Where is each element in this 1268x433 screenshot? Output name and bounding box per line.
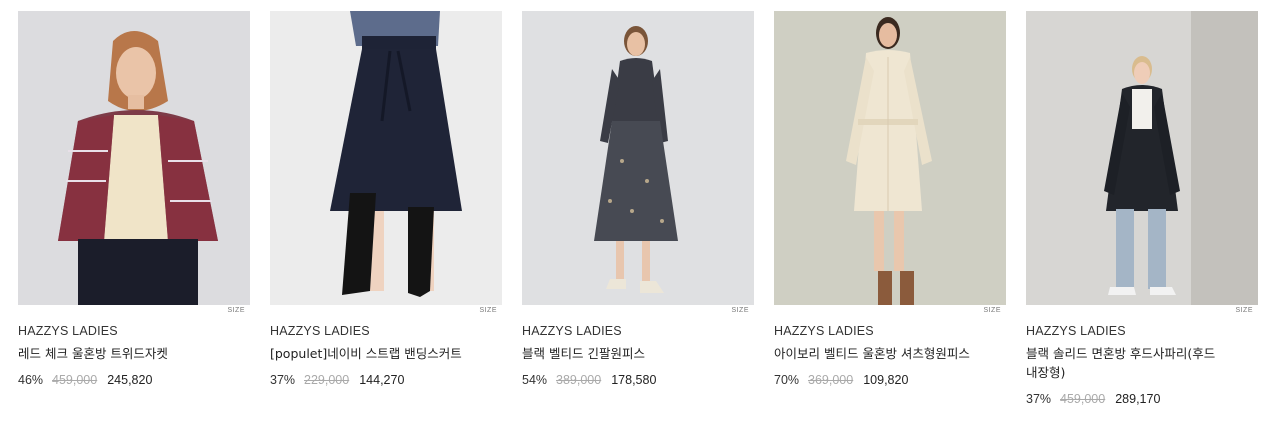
product-image[interactable] (270, 11, 502, 305)
size-row: SIZE (774, 305, 1006, 321)
discount-rate: 46% (18, 373, 44, 387)
brand-name: HAZZYS LADIES (270, 324, 370, 338)
product-name[interactable]: 블랙 벨티드 긴팔원피스 (522, 344, 727, 363)
size-row: SIZE (18, 305, 250, 321)
discount-rate: 70% (774, 373, 800, 387)
price-row: 54% 389,000 178,580 (522, 373, 754, 387)
sale-price: 144,270 (359, 373, 405, 387)
price-row: 70% 369,000 109,820 (774, 373, 1006, 387)
product-card[interactable]: SIZE HAZZYS LADIES 레드 체크 울혼방 트위드자켓 46% 4… (18, 11, 250, 406)
product-name[interactable]: [populet]네이비 스트랩 밴딩스커트 (270, 344, 475, 363)
product-card[interactable]: SIZE HAZZYS LADIES [populet]네이비 스트랩 밴딩스커… (270, 11, 502, 406)
size-tag[interactable]: SIZE (731, 307, 749, 314)
product-image[interactable] (18, 11, 250, 305)
discount-rate: 37% (1026, 392, 1052, 406)
product-image[interactable] (774, 11, 1006, 305)
price-row: 37% 229,000 144,270 (270, 373, 502, 387)
size-row: SIZE (522, 305, 754, 321)
brand-name: HAZZYS LADIES (522, 324, 622, 338)
brand-name: HAZZYS LADIES (774, 324, 874, 338)
product-card[interactable]: SIZE HAZZYS LADIES 아이보리 벨티드 울혼방 셔츠형원피스 7… (774, 11, 1006, 406)
original-price: 459,000 (52, 373, 98, 387)
sale-price: 245,820 (107, 373, 153, 387)
product-grid: SIZE HAZZYS LADIES 레드 체크 울혼방 트위드자켓 46% 4… (18, 11, 1258, 406)
product-name[interactable]: 아이보리 벨티드 울혼방 셔츠형원피스 (774, 344, 979, 363)
product-photo-navy-skirt (270, 11, 502, 305)
product-name[interactable]: 레드 체크 울혼방 트위드자켓 (18, 344, 223, 363)
size-row: SIZE (1026, 305, 1258, 321)
product-card[interactable]: SIZE HAZZYS LADIES 블랙 벨티드 긴팔원피스 54% 389,… (522, 11, 754, 406)
size-row: SIZE (270, 305, 502, 321)
original-price: 459,000 (1060, 392, 1106, 406)
price-row: 46% 459,000 245,820 (18, 373, 250, 387)
sale-price: 289,170 (1115, 392, 1161, 406)
size-tag[interactable]: SIZE (983, 307, 1001, 314)
sale-price: 109,820 (863, 373, 909, 387)
product-photo-black-safari-jacket (1026, 11, 1258, 305)
product-image[interactable] (1026, 11, 1258, 305)
discount-rate: 37% (270, 373, 296, 387)
size-tag[interactable]: SIZE (479, 307, 497, 314)
product-card[interactable]: SIZE HAZZYS LADIES 블랙 솔리드 면혼방 후드사파리(후드 내… (1026, 11, 1258, 406)
product-photo-tweed-jacket (18, 11, 250, 305)
original-price: 389,000 (556, 373, 602, 387)
brand-name: HAZZYS LADIES (18, 324, 118, 338)
product-image[interactable] (522, 11, 754, 305)
price-row: 37% 459,000 289,170 (1026, 392, 1258, 406)
product-photo-ivory-shirt-dress (774, 11, 1006, 305)
original-price: 369,000 (808, 373, 854, 387)
discount-rate: 54% (522, 373, 548, 387)
size-tag[interactable]: SIZE (227, 307, 245, 314)
original-price: 229,000 (304, 373, 350, 387)
brand-name: HAZZYS LADIES (1026, 324, 1126, 338)
product-photo-black-dress (522, 11, 754, 305)
size-tag[interactable]: SIZE (1235, 307, 1253, 314)
product-name[interactable]: 블랙 솔리드 면혼방 후드사파리(후드 내장형) (1026, 344, 1231, 382)
sale-price: 178,580 (611, 373, 657, 387)
